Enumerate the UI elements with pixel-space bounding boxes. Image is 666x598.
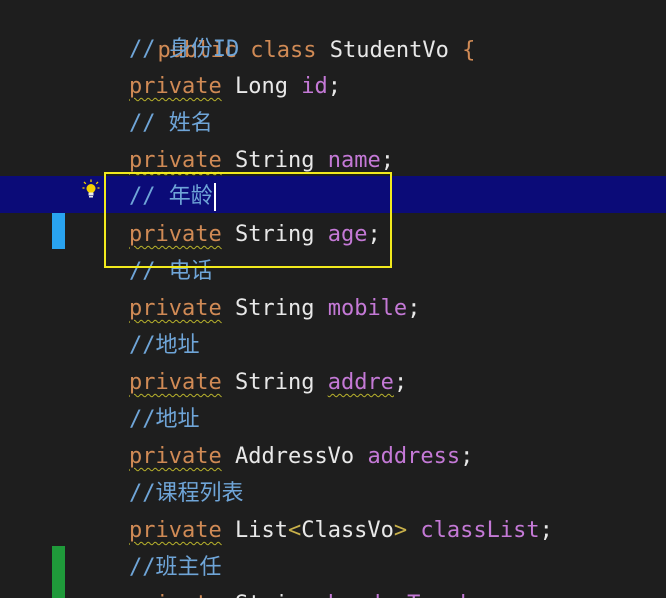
semicolon: ; bbox=[460, 444, 474, 469]
keyword-private: private bbox=[129, 518, 222, 543]
text-cursor bbox=[213, 183, 216, 211]
field-name: mobile bbox=[327, 296, 408, 321]
comment-text: //课程列表 bbox=[129, 481, 244, 506]
field-name: age bbox=[327, 222, 368, 247]
generic-close-bracket: > bbox=[393, 518, 408, 543]
comment-text: // 姓名 bbox=[129, 111, 213, 136]
code-line-field-classlist[interactable]: private List<ClassVo> classList; bbox=[0, 512, 666, 549]
semicolon: ; bbox=[393, 370, 408, 395]
code-line-comment-age[interactable]: // 年龄 bbox=[0, 178, 666, 215]
keyword-private: private bbox=[129, 296, 222, 321]
code-line-comment-classlist[interactable]: //课程列表 bbox=[0, 475, 666, 512]
semicolon: ; bbox=[327, 74, 341, 99]
field-name: address bbox=[367, 444, 461, 469]
code-line-field-addre[interactable]: private String addre; bbox=[0, 364, 666, 401]
type-name: String bbox=[234, 296, 315, 321]
comment-text: // 电话 bbox=[129, 259, 213, 284]
keyword-private: private bbox=[129, 222, 222, 247]
code-line-comment-address[interactable]: //地址 bbox=[0, 401, 666, 438]
field-name: headerTeacher bbox=[328, 592, 500, 598]
code-line-comment-addre[interactable]: //地址 bbox=[0, 327, 666, 364]
semicolon: ; bbox=[407, 296, 421, 321]
field-name: addre bbox=[327, 370, 394, 395]
keyword-private: private bbox=[129, 370, 222, 395]
code-line-field-age[interactable]: private String age; bbox=[0, 216, 666, 253]
code-line-class-decl[interactable]: public class StudentVo { bbox=[0, 0, 666, 63]
code-line-field-address[interactable]: private AddressVo address; bbox=[0, 438, 666, 475]
field-name: id bbox=[301, 74, 328, 99]
type-name: String bbox=[234, 222, 315, 247]
code-line-field-mobile[interactable]: private String mobile; bbox=[0, 290, 666, 327]
semicolon: ; bbox=[367, 222, 381, 247]
type-name: AddressVo bbox=[234, 444, 355, 469]
semicolon: ; bbox=[380, 148, 394, 173]
generic-type-name: ClassVo bbox=[301, 518, 394, 543]
code-line-field-teacher[interactable]: private String headerTeacher; bbox=[0, 586, 666, 598]
code-line-field-id[interactable]: private Long id; bbox=[0, 68, 666, 105]
field-name: name bbox=[327, 148, 381, 173]
code-editor[interactable]: public class StudentVo { // 身份ID private… bbox=[0, 0, 666, 598]
code-line-comment-teacher[interactable]: //班主任 bbox=[0, 549, 666, 586]
generic-open-bracket: < bbox=[287, 518, 302, 543]
comment-text: //地址 bbox=[129, 407, 200, 432]
keyword-private: private bbox=[129, 148, 222, 173]
type-name: Long bbox=[234, 74, 288, 99]
comment-text: // 年龄 bbox=[129, 184, 213, 209]
type-name: String bbox=[235, 592, 314, 598]
keyword-private: private bbox=[129, 74, 222, 99]
semicolon: ; bbox=[539, 518, 553, 543]
type-name: String bbox=[234, 370, 315, 395]
comment-text: // 身份ID bbox=[129, 37, 240, 62]
field-name: classList bbox=[420, 518, 540, 543]
comment-text: //地址 bbox=[129, 333, 200, 358]
code-line-comment-mobile[interactable]: // 电话 bbox=[0, 253, 666, 290]
keyword-private: private bbox=[129, 592, 222, 598]
type-name: String bbox=[234, 148, 315, 173]
code-line-comment-name[interactable]: // 姓名 bbox=[0, 105, 666, 142]
code-line-comment-id[interactable]: // 身份ID bbox=[0, 31, 666, 68]
type-name: List bbox=[234, 518, 288, 543]
semicolon: ; bbox=[500, 592, 513, 598]
keyword-private: private bbox=[129, 444, 222, 469]
code-line-field-name[interactable]: private String name; bbox=[0, 142, 666, 179]
comment-text: //班主任 bbox=[129, 555, 222, 580]
